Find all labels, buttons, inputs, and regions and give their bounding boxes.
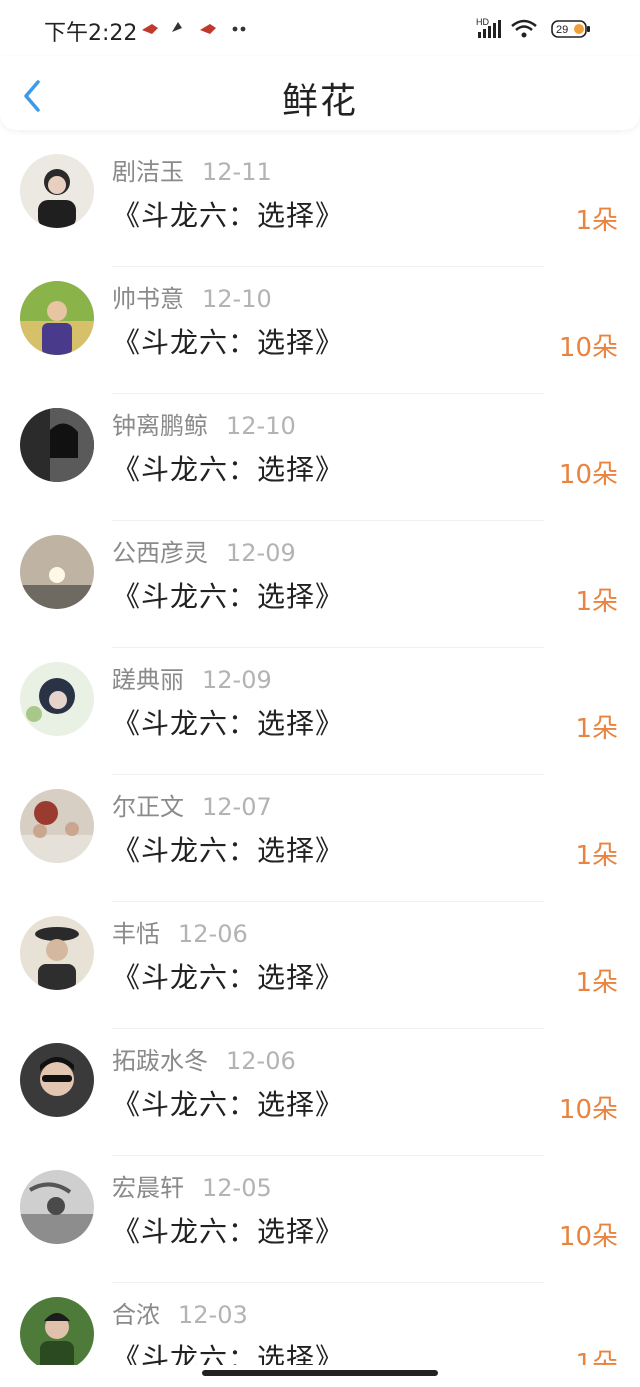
book-title: 《斗龙六：选择》 xyxy=(112,961,345,994)
book-title: 《斗龙六：选择》 xyxy=(112,1088,345,1121)
flower-count: 1朵 xyxy=(575,841,618,871)
hd-icon: HD xyxy=(476,17,489,27)
date: 12-03 xyxy=(178,1301,248,1329)
book-title: 《斗龙六：选择》 xyxy=(112,199,345,232)
list-item[interactable]: 尔正文 12-07 《斗龙六：选择》 1朵 xyxy=(0,775,640,902)
list-item[interactable]: 合浓 12-03 《斗龙六：选择》 1朵 xyxy=(0,1283,640,1365)
user-name: 丰恬 xyxy=(112,920,160,948)
user-name: 宏晨轩 xyxy=(112,1174,184,1202)
list-item[interactable]: 帅书意 12-10 《斗龙六：选择》 10朵 xyxy=(0,267,640,394)
user-name: 剧洁玉 xyxy=(112,158,184,186)
user-name: 合浓 xyxy=(112,1301,160,1329)
flower-count: 10朵 xyxy=(558,333,618,363)
flower-count: 1朵 xyxy=(575,206,618,236)
notification-icons xyxy=(142,22,246,34)
user-name: 帅书意 xyxy=(112,285,184,313)
header-bar: 鲜花 xyxy=(0,56,640,130)
avatar[interactable] xyxy=(20,1043,94,1117)
user-name: 蹉典丽 xyxy=(112,666,184,694)
date: 12-09 xyxy=(226,539,296,567)
date: 12-07 xyxy=(202,793,272,821)
flower-count: 1朵 xyxy=(575,1349,618,1365)
book-title: 《斗龙六：选择》 xyxy=(112,1342,345,1365)
status-icons: HD 29 xyxy=(476,17,590,38)
user-name: 公西彦灵 xyxy=(112,539,208,567)
book-title: 《斗龙六：选择》 xyxy=(112,453,345,486)
list-item[interactable]: 剧洁玉 12-11 《斗龙六：选择》 1朵 xyxy=(0,140,640,267)
avatar[interactable] xyxy=(20,916,94,990)
flower-count: 10朵 xyxy=(558,1222,618,1252)
avatar[interactable] xyxy=(20,535,94,609)
list-item[interactable]: 蹉典丽 12-09 《斗龙六：选择》 1朵 xyxy=(0,648,640,775)
book-title: 《斗龙六：选择》 xyxy=(112,326,345,359)
date: 12-10 xyxy=(202,285,272,313)
flower-count: 1朵 xyxy=(575,968,618,998)
avatar[interactable] xyxy=(20,154,94,228)
page-title: 鲜花 xyxy=(281,81,358,122)
avatar[interactable] xyxy=(20,789,94,863)
flower-list: 剧洁玉 12-11 《斗龙六：选择》 1朵 帅书意 12-10 《斗龙六：选择》 1… xyxy=(0,140,640,1365)
date: 12-09 xyxy=(202,666,272,694)
date: 12-06 xyxy=(178,920,248,948)
date: 12-06 xyxy=(226,1047,296,1075)
book-title: 《斗龙六：选择》 xyxy=(112,1215,345,1248)
user-name: 钟离鹏鲸 xyxy=(112,412,208,440)
book-title: 《斗龙六：选择》 xyxy=(112,580,345,613)
list-item[interactable]: 拓跋水冬 12-06 《斗龙六：选择》 10朵 xyxy=(0,1029,640,1156)
status-time: 下午2:22 xyxy=(44,21,138,46)
flower-count: 10朵 xyxy=(558,460,618,490)
date: 12-10 xyxy=(226,412,296,440)
avatar[interactable] xyxy=(20,281,94,355)
user-name: 拓跋水冬 xyxy=(112,1047,208,1075)
user-name: 尔正文 xyxy=(112,793,184,821)
date: 12-05 xyxy=(202,1174,272,1202)
avatar[interactable] xyxy=(20,1170,94,1244)
svg-text:29: 29 xyxy=(556,24,568,36)
status-bar: 下午2:22 HD 29 xyxy=(0,0,640,56)
list-item[interactable]: 钟离鹏鲸 12-10 《斗龙六：选择》 10朵 xyxy=(0,394,640,521)
book-title: 《斗龙六：选择》 xyxy=(112,707,345,740)
flower-count: 1朵 xyxy=(575,714,618,744)
list-item[interactable]: 宏晨轩 12-05 《斗龙六：选择》 10朵 xyxy=(0,1156,640,1283)
avatar[interactable] xyxy=(20,1297,94,1365)
avatar[interactable] xyxy=(20,408,94,482)
flower-count: 1朵 xyxy=(575,587,618,617)
avatar[interactable] xyxy=(20,662,94,736)
date: 12-11 xyxy=(202,158,272,186)
list-item[interactable]: 公西彦灵 12-09 《斗龙六：选择》 1朵 xyxy=(0,521,640,648)
list-item[interactable]: 丰恬 12-06 《斗龙六：选择》 1朵 xyxy=(0,902,640,1029)
flower-count: 10朵 xyxy=(558,1095,618,1125)
home-indicator[interactable] xyxy=(202,1370,438,1376)
book-title: 《斗龙六：选择》 xyxy=(112,834,345,867)
